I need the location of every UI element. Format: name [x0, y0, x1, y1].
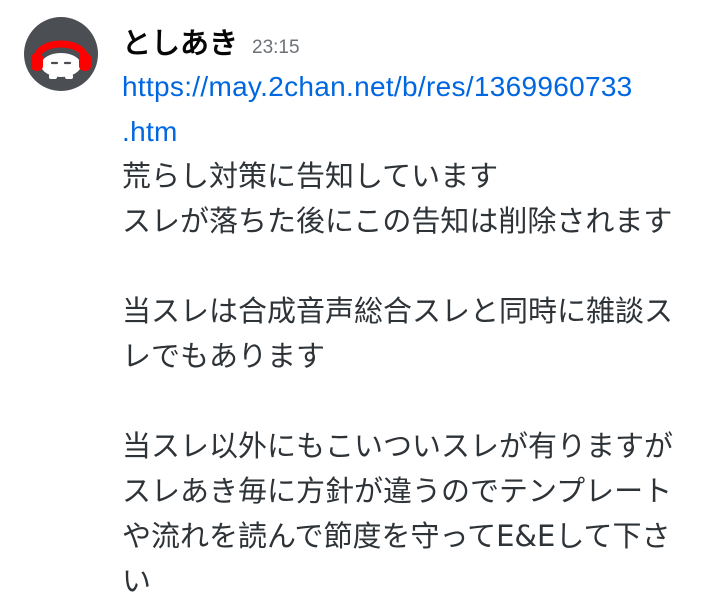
message-text-line: レでもあります — [122, 339, 326, 373]
message-text-line: や流れを読んで節度を守ってE&Eして下さ — [122, 519, 671, 553]
message-text-line: 当スレは合成音声総合スレと同時に雑談ス — [122, 294, 674, 328]
chat-message: としあき 23:15 https://may.2chan.net/b/res/1… — [0, 0, 720, 596]
message-content: https://may.2chan.net/b/res/1369960733 .… — [122, 64, 708, 596]
thread-link[interactable]: https://may.2chan.net/b/res/1369960733 .… — [122, 64, 708, 154]
thread-link-line-1: https://may.2chan.net/b/res/1369960733 — [122, 71, 633, 102]
red-headphones-face-icon — [31, 40, 91, 79]
user-avatar[interactable] — [24, 17, 98, 91]
timestamp[interactable]: 23:15 — [252, 37, 300, 59]
message-header: としあき 23:15 — [122, 20, 300, 60]
message-text-line: い — [122, 564, 152, 596]
message-text-line: 荒らし対策に告知しています — [122, 159, 499, 193]
message-text-line: スレが落ちた後にこの告知は削除されます — [122, 204, 673, 238]
message-text-line: 当スレ以外にもこいついスレが有りますが — [122, 429, 674, 463]
username[interactable]: としあき — [122, 20, 238, 62]
message-text-line: スレあき毎に方針が違うのでテンプレート — [122, 474, 673, 508]
thread-link-line-2: .htm — [122, 116, 178, 147]
